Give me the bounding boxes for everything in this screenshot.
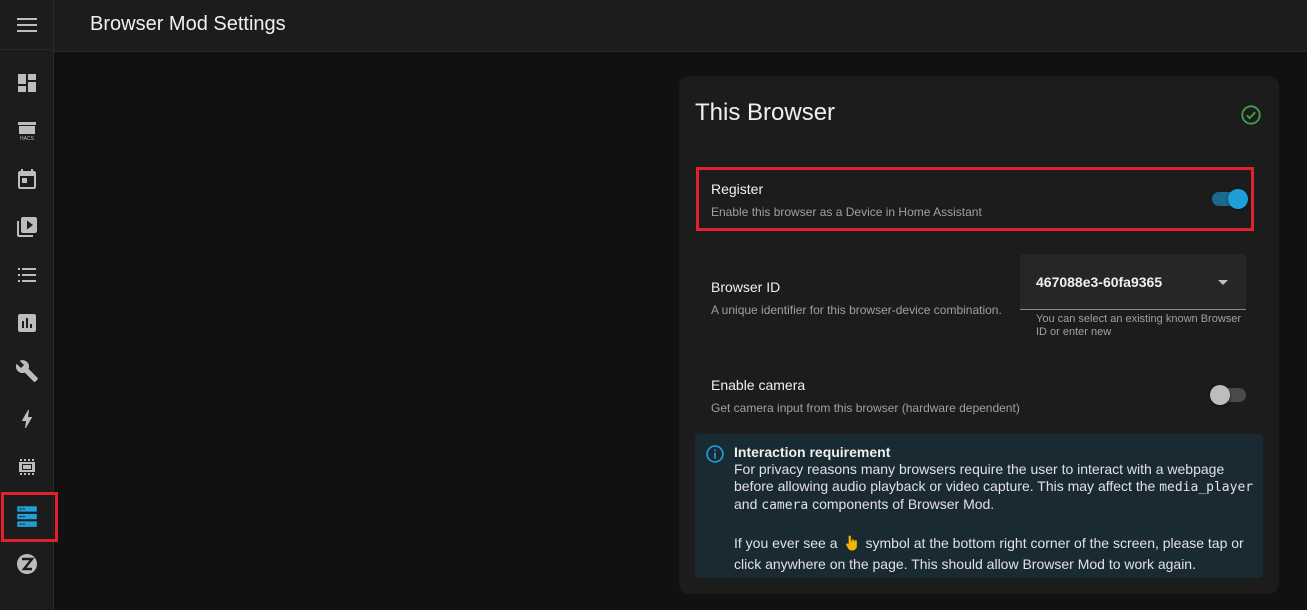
top-bar: Browser Mod Settings [54, 0, 1307, 52]
wrench-icon [15, 360, 38, 382]
code-camera: camera [761, 498, 809, 513]
check-circle-icon [1241, 105, 1261, 125]
dropdown-arrow-icon [1218, 280, 1228, 285]
card-title: This Browser [695, 99, 836, 126]
menu-button[interactable] [0, 0, 53, 50]
browser-id-select[interactable]: 467088e3-60fa9365 [1020, 254, 1246, 310]
sidebar-item-energy[interactable] [0, 399, 53, 439]
dashboard-icon [17, 74, 36, 92]
sidebar-item-history[interactable] [0, 303, 53, 343]
hacs-icon: HACS [17, 122, 36, 142]
sidebar-item-zwave[interactable] [0, 544, 53, 584]
list-icon [17, 268, 36, 282]
sidebar-item-calendar[interactable] [0, 159, 53, 199]
alert-text-2: If you ever see a symbol at the bottom ri… [734, 535, 1244, 572]
sidebar-item-developer-tools[interactable] [0, 351, 53, 391]
camera-toggle[interactable] [1210, 383, 1248, 407]
sidebar-item-media[interactable] [0, 207, 53, 247]
camera-subtitle: Get camera input from this browser (hard… [711, 401, 1020, 415]
browser-id-value: 467088e3-60fa9365 [1036, 274, 1163, 290]
alert-text: For privacy reasons many browsers requir… [734, 461, 1254, 513]
browser-id-helper: You can select an existing known Browser… [1036, 313, 1242, 338]
sidebar: HACS [0, 0, 58, 610]
media-play-icon [16, 217, 37, 237]
sidebar-item-overview[interactable] [0, 63, 53, 103]
sidebar-item-todo[interactable] [0, 255, 53, 295]
page-title: Browser Mod Settings [90, 13, 286, 35]
register-highlight [696, 167, 1254, 231]
info-icon [706, 445, 724, 463]
camera-title: Enable camera [711, 377, 806, 393]
lightning-icon [21, 410, 32, 428]
app: HACS Browser Mod Settings This Browser R… [0, 0, 1307, 610]
hamburger-icon [16, 17, 37, 32]
alert-title: Interaction requirement [734, 444, 891, 460]
register-subtitle: Enable this browser as a Device in Home … [711, 205, 982, 219]
svg-text:HACS: HACS [20, 136, 35, 142]
code-media-player: media_player [1159, 480, 1254, 495]
register-toggle[interactable] [1210, 187, 1248, 211]
server-icon [16, 506, 37, 527]
chart-icon [17, 314, 36, 332]
register-title: Register [711, 181, 764, 197]
hand-pointer-icon [845, 535, 857, 551]
interaction-alert: Interaction requirement For privacy reas… [695, 434, 1263, 578]
sidebar-item-browser-mod[interactable] [0, 496, 53, 536]
sidebar-item-esphome[interactable] [0, 447, 53, 487]
browser-id-title: Browser ID [711, 279, 781, 295]
calendar-icon [17, 169, 36, 189]
chip-icon [18, 459, 35, 475]
zwave-icon [16, 554, 37, 574]
sidebar-item-hacs[interactable]: HACS [0, 111, 53, 151]
browser-id-subtitle: A unique identifier for this browser-dev… [711, 303, 1002, 317]
this-browser-card: This Browser Register Enable this browse… [679, 76, 1279, 594]
